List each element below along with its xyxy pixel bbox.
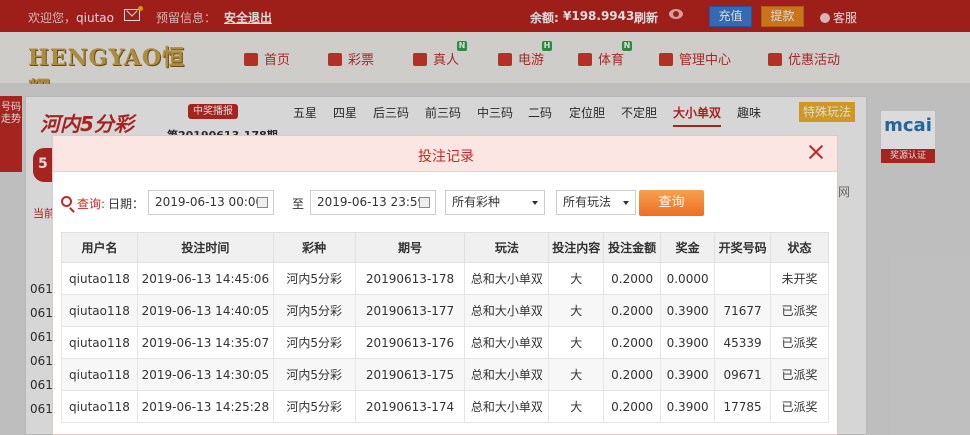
column-header: 投注时间 [136, 232, 274, 263]
cell-play: 总和大小单双 [464, 326, 550, 359]
table-header: 用户名 投注时间 彩种 期号 玩法 投注内容 投注金额 奖金 开奖号码 状态 [61, 232, 829, 263]
records-table: 用户名 投注时间 彩种 期号 玩法 投注内容 投注金额 奖金 开奖号码 状态 q… [61, 232, 829, 423]
play-select-value: 所有玩法 [563, 195, 612, 209]
cell-time: 2019-06-13 14:45:06 [136, 262, 274, 295]
cell-time: 2019-06-13 14:40:05 [136, 294, 274, 327]
start-date-value: 2019-06-13 00:00 [155, 195, 264, 209]
column-header: 用户名 [61, 232, 138, 263]
query-label: 查询: [77, 197, 106, 211]
modal-title: 投注记录 [418, 149, 474, 165]
cell-prize: 0.3900 [660, 390, 716, 423]
cell-prize: 0.3900 [660, 294, 716, 327]
column-header: 期号 [354, 232, 466, 263]
filter-bar: 查询: 日期： 2019-06-13 00:00 至 2019-06-13 23… [61, 190, 821, 216]
column-header: 投注金额 [603, 232, 662, 263]
cell-prize: 0.0000 [660, 262, 716, 295]
column-header: 投注内容 [548, 232, 605, 263]
play-select[interactable]: 所有玩法 [556, 190, 636, 215]
end-date-value: 2019-06-13 23:59 [317, 195, 426, 209]
cell-number: 71677 [714, 294, 772, 327]
table-row[interactable]: qiutao118 2019-06-13 14:45:06 河内5分彩 2019… [61, 262, 829, 295]
cell-play: 总和大小单双 [464, 262, 550, 295]
cell-time: 2019-06-13 14:25:28 [136, 390, 274, 423]
cell-prize: 0.3900 [660, 326, 716, 359]
cell-user: qiutao118 [61, 294, 138, 327]
table-row[interactable]: qiutao118 2019-06-13 14:40:05 河内5分彩 2019… [61, 294, 829, 327]
cell-issue: 20190613-178 [354, 262, 466, 295]
chevron-down-icon [532, 201, 538, 205]
column-header: 玩法 [464, 232, 550, 263]
cell-user: qiutao118 [61, 358, 138, 391]
table-row[interactable]: qiutao118 2019-06-13 14:30:05 河内5分彩 2019… [61, 358, 829, 391]
cell-number [714, 262, 772, 295]
end-date-input[interactable]: 2019-06-13 23:59 [310, 190, 436, 215]
lottery-select[interactable]: 所有彩种 [445, 190, 545, 215]
cell-issue: 20190613-175 [354, 358, 466, 391]
table-row[interactable]: qiutao118 2019-06-13 14:35:07 河内5分彩 2019… [61, 326, 829, 359]
cell-play: 总和大小单双 [464, 390, 550, 423]
cell-issue: 20190613-174 [354, 390, 466, 423]
cell-amount: 0.2000 [603, 390, 662, 423]
cell-play: 总和大小单双 [464, 358, 550, 391]
cell-issue: 20190613-176 [354, 326, 466, 359]
start-date-input[interactable]: 2019-06-13 00:00 [148, 190, 274, 215]
table-row[interactable]: qiutao118 2019-06-13 14:25:28 河内5分彩 2019… [61, 390, 829, 423]
cell-status: 已派奖 [770, 294, 829, 327]
cell-number: 17785 [714, 390, 772, 423]
cell-prize: 0.3900 [660, 358, 716, 391]
cell-lottery: 河内5分彩 [272, 326, 356, 359]
cell-status: 未开奖 [770, 262, 829, 295]
query-button[interactable]: 查询 [639, 190, 704, 216]
cell-lottery: 河内5分彩 [272, 390, 356, 423]
cell-status: 已派奖 [770, 326, 829, 359]
bet-record-modal: 投注记录 查询: 日期： 2019-06-13 00:00 至 2019-06-… [52, 135, 838, 435]
cell-content: 大 [548, 326, 605, 359]
cell-content: 大 [548, 390, 605, 423]
date-label: 日期： [108, 197, 145, 211]
cell-time: 2019-06-13 14:35:07 [136, 326, 274, 359]
cell-status: 已派奖 [770, 390, 829, 423]
cell-amount: 0.2000 [603, 358, 662, 391]
chevron-down-icon [623, 201, 629, 205]
cell-content: 大 [548, 358, 605, 391]
cell-amount: 0.2000 [603, 262, 662, 295]
cell-content: 大 [548, 294, 605, 327]
cell-time: 2019-06-13 14:30:05 [136, 358, 274, 391]
lottery-select-value: 所有彩种 [452, 195, 501, 209]
cell-status: 已派奖 [770, 358, 829, 391]
cell-lottery: 河内5分彩 [272, 262, 356, 295]
cell-number: 09671 [714, 358, 772, 391]
calendar-icon[interactable] [257, 197, 268, 208]
column-header: 开奖号码 [714, 232, 772, 263]
cell-amount: 0.2000 [603, 294, 662, 327]
cell-lottery: 河内5分彩 [272, 294, 356, 327]
cell-content: 大 [548, 262, 605, 295]
column-header: 奖金 [660, 232, 716, 263]
column-header: 状态 [770, 232, 829, 263]
modal-header: 投注记录 [53, 136, 837, 172]
cell-number: 45339 [714, 326, 772, 359]
cell-play: 总和大小单双 [464, 294, 550, 327]
cell-user: qiutao118 [61, 326, 138, 359]
cell-user: qiutao118 [61, 390, 138, 423]
cell-lottery: 河内5分彩 [272, 358, 356, 391]
cell-user: qiutao118 [61, 262, 138, 295]
calendar-icon[interactable] [419, 197, 430, 208]
to-label: 至 [292, 197, 305, 211]
close-icon[interactable] [807, 143, 825, 161]
search-icon [61, 196, 72, 207]
column-header: 彩种 [272, 232, 356, 263]
cell-amount: 0.2000 [603, 326, 662, 359]
cell-issue: 20190613-177 [354, 294, 466, 327]
